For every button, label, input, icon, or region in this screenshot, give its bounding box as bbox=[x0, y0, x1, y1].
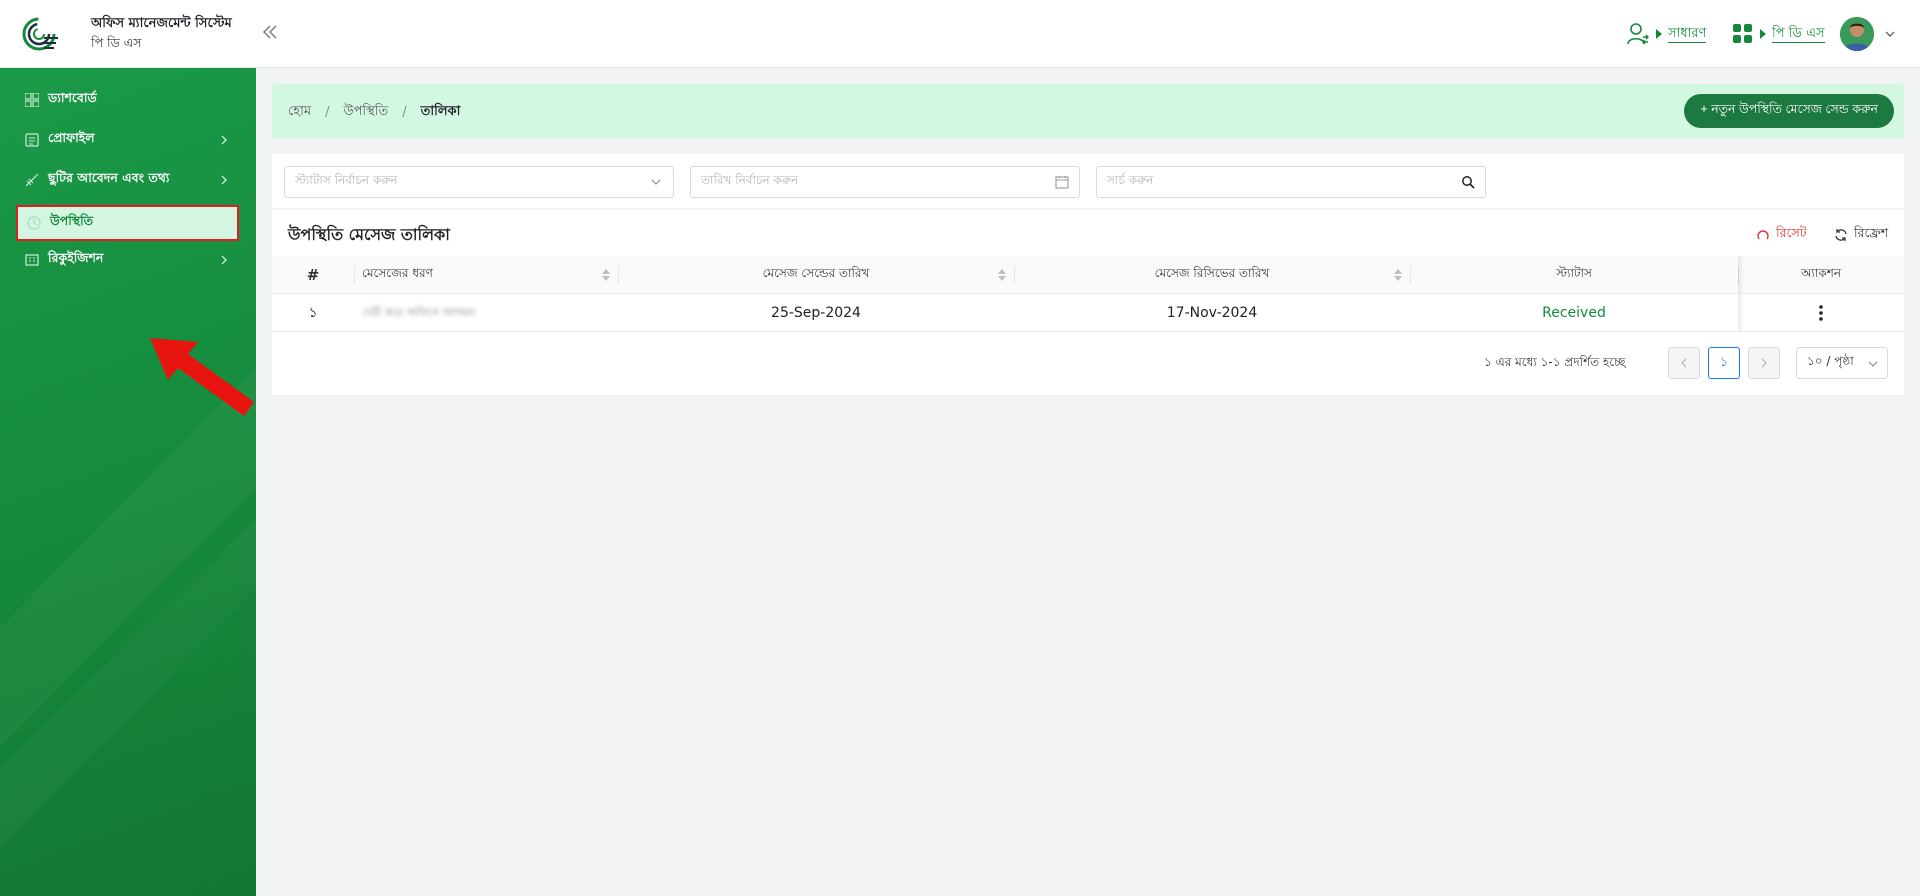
profile-card-icon bbox=[24, 132, 40, 148]
chevron-left-icon bbox=[1681, 358, 1687, 368]
cell-send-date: 25-Sep-2024 bbox=[771, 305, 861, 321]
sidebar-item-label: ড্যাশবোর্ড bbox=[48, 90, 97, 105]
chevron-down-icon bbox=[651, 179, 661, 185]
date-picker[interactable]: তারিখ নির্বাচন করুন bbox=[690, 166, 1080, 198]
column-header-label: মেসেজ সেন্ডের তারিখ bbox=[762, 266, 870, 280]
module-label: পি ডি এস bbox=[1772, 25, 1825, 43]
reset-icon bbox=[1757, 230, 1769, 240]
brand-logo[interactable] bbox=[22, 15, 60, 53]
sidebar-item-label: উপস্থিতি bbox=[50, 213, 94, 228]
sidebar-item-label: ছুটির আবেদন এবং তথ্য bbox=[48, 170, 170, 185]
date-picker-placeholder: তারিখ নির্বাচন করুন bbox=[701, 173, 799, 187]
role-switcher[interactable]: সাধারণ bbox=[1626, 20, 1707, 48]
sticky-column-shadow bbox=[1738, 256, 1744, 332]
column-header-receive-date[interactable]: মেসেজ রিসিভের তারিখ bbox=[1014, 256, 1410, 294]
chevron-down-icon[interactable] bbox=[1884, 28, 1896, 40]
app-subtitle: পি ডি এস bbox=[91, 35, 142, 50]
column-header-message-type[interactable]: মেসেজের ধরণ bbox=[354, 256, 618, 294]
sidebar-item-dashboard[interactable]: ড্যাশবোর্ড bbox=[16, 82, 239, 118]
breadcrumb-bar: হোম / উপস্থিতি / তালিকা + নতুন উপস্থিতি … bbox=[272, 84, 1904, 138]
column-header-send-date[interactable]: মেসেজ সেন্ডের তারিখ bbox=[618, 256, 1014, 294]
table-card: উপস্থিতি মেসেজ তালিকা রিসেট রিফ্রেশ # মে… bbox=[272, 210, 1904, 395]
status-select[interactable]: স্ট্যাটাস নির্বাচন করুন bbox=[284, 166, 674, 198]
user-avatar[interactable] bbox=[1840, 17, 1874, 51]
sidebar-item-leave[interactable]: ছুটির আবেদন এবং তথ্য bbox=[16, 162, 239, 198]
breadcrumb-separator: / bbox=[325, 105, 330, 120]
new-attendance-message-button[interactable]: + নতুন উপস্থিতি মেসেজ সেন্ড করুন bbox=[1684, 94, 1894, 128]
breadcrumb-separator: / bbox=[402, 105, 407, 120]
page-size-value: ১০ / পৃষ্ঠা bbox=[1807, 354, 1854, 368]
table-header: # মেসেজের ধরণ মেসেজ সেন্ডের তারিখ মেসেজ … bbox=[272, 256, 1904, 294]
collapse-sidebar-icon[interactable] bbox=[258, 20, 282, 44]
cell-action bbox=[1738, 294, 1904, 332]
red-pointer-arrow-icon bbox=[150, 338, 254, 416]
breadcrumb-section-link[interactable]: উপস্থিতি bbox=[343, 102, 388, 123]
sidebar-item-attendance[interactable]: উপস্থিতি bbox=[16, 205, 239, 241]
column-header-index: # bbox=[306, 266, 320, 284]
page-size-select[interactable]: ১০ / পৃষ্ঠা bbox=[1796, 347, 1888, 379]
search-input[interactable]: সার্চ করুন bbox=[1096, 166, 1486, 198]
more-options-icon[interactable] bbox=[1811, 303, 1831, 323]
sort-icon bbox=[998, 269, 1006, 281]
column-header-label: মেসেজের ধরণ bbox=[362, 266, 433, 280]
breadcrumb-home-link[interactable]: হোম bbox=[288, 102, 311, 123]
caret-right-icon bbox=[1760, 29, 1766, 39]
status-select-placeholder: স্ট্যাটাস নির্বাচন করুন bbox=[295, 173, 398, 187]
breadcrumb-current: তালিকা bbox=[420, 104, 461, 119]
reset-button[interactable]: রিসেট bbox=[1756, 225, 1807, 245]
cell-index: ১ bbox=[308, 305, 318, 321]
search-icon[interactable] bbox=[1461, 175, 1475, 189]
refresh-icon bbox=[1835, 229, 1847, 241]
refresh-label: রিফ্রেশ bbox=[1854, 225, 1889, 240]
cell-message-type: দেরী করে অফিসে আগমন bbox=[362, 294, 612, 332]
role-label: সাধারণ bbox=[1668, 25, 1707, 43]
reset-label: রিসেট bbox=[1776, 225, 1807, 240]
chevron-right-icon bbox=[1761, 358, 1767, 368]
column-header-label: মেসেজ রিসিভের তারিখ bbox=[1154, 266, 1270, 280]
sort-icon bbox=[602, 269, 610, 281]
user-switch-icon bbox=[1627, 23, 1649, 45]
blurred-message-type: দেরী করে অফিসে আগমন bbox=[362, 305, 476, 319]
breadcrumb: হোম / উপস্থিতি / তালিকা bbox=[288, 102, 460, 123]
search-placeholder: সার্চ করুন bbox=[1107, 173, 1154, 187]
sidebar-item-label: রিকুইজিশন bbox=[48, 250, 104, 265]
sidebar: ড্যাশবোর্ড প্রোফাইল ছুটির আবেদন এবং তথ্য… bbox=[0, 68, 256, 896]
caret-right-icon bbox=[1656, 29, 1662, 39]
chevron-right-icon bbox=[221, 135, 227, 145]
chevron-right-icon bbox=[221, 255, 227, 265]
dashboard-grid-icon bbox=[24, 92, 40, 108]
sort-icon bbox=[1394, 269, 1402, 281]
column-header-action: অ্যাকশন bbox=[1800, 266, 1841, 280]
sidebar-item-requisition[interactable]: রিকুইজিশন bbox=[16, 242, 239, 278]
refresh-button[interactable]: রিফ্রেশ bbox=[1834, 225, 1888, 245]
cell-receive-date: 17-Nov-2024 bbox=[1166, 305, 1258, 321]
module-switcher[interactable]: পি ডি এস bbox=[1732, 20, 1825, 48]
filter-card: স্ট্যাটাস নির্বাচন করুন তারিখ নির্বাচন ক… bbox=[272, 154, 1904, 208]
top-header: অফিস ম্যানেজমেন্ট সিস্টেম পি ডি এস সাধার… bbox=[0, 0, 1920, 68]
pagination-next-button[interactable] bbox=[1748, 347, 1780, 379]
column-header-status: স্ট্যাটাস bbox=[1556, 266, 1592, 280]
chevron-down-icon bbox=[1868, 361, 1878, 367]
requisition-icon bbox=[24, 252, 40, 268]
cell-status: Received bbox=[1410, 294, 1738, 332]
app-title: অফিস ম্যানেজমেন্ট সিস্টেম bbox=[91, 16, 232, 31]
table-row: ১ দেরী করে অফিসে আগমন 25-Sep-2024 17-Nov… bbox=[272, 294, 1904, 332]
leave-plane-icon bbox=[24, 172, 40, 188]
chevron-right-icon bbox=[221, 175, 227, 185]
sidebar-item-profile[interactable]: প্রোফাইল bbox=[16, 122, 239, 158]
pagination-info: ১ এর মধ্যে ১-১ প্রদর্শিত হচ্ছে bbox=[1484, 355, 1626, 369]
pagination-prev-button[interactable] bbox=[1668, 347, 1700, 379]
pagination-page-1[interactable]: ১ bbox=[1708, 347, 1740, 379]
calendar-icon bbox=[1055, 176, 1069, 189]
sidebar-item-label: প্রোফাইল bbox=[48, 130, 95, 145]
clock-icon bbox=[26, 215, 42, 231]
apps-grid-icon bbox=[1733, 24, 1752, 43]
table-title: উপস্থিতি মেসেজ তালিকা bbox=[288, 225, 450, 244]
status-badge: Received bbox=[1542, 305, 1606, 321]
